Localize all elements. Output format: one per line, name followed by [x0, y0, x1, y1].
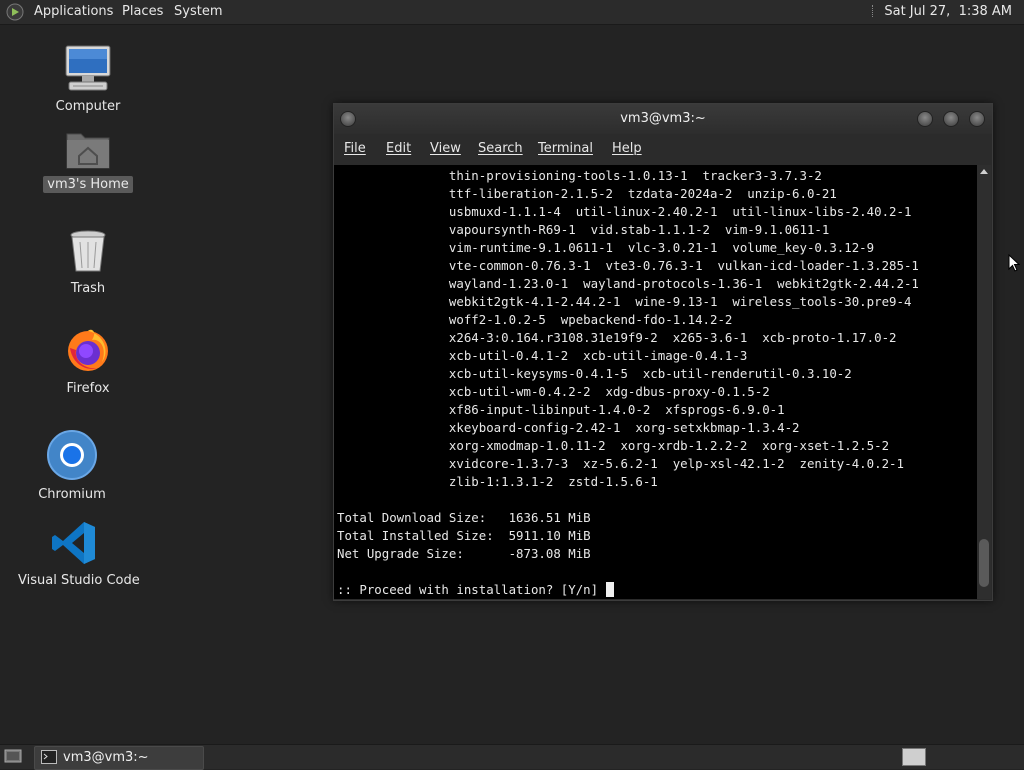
chromium-icon	[47, 430, 97, 480]
terminal-output[interactable]: thin-provisioning-tools-1.0.13-1 tracker…	[334, 165, 977, 599]
computer-icon	[65, 45, 111, 91]
terminal-line: xcb-util-keysyms-0.4.1-5 xcb-util-render…	[337, 366, 852, 381]
clock-text: Sat Jul 27, 1:38 AM	[884, 4, 1012, 19]
desktop-icon-label: vm3's Home	[43, 176, 133, 193]
desktop-icon-vscode[interactable]: Visual Studio Code	[14, 520, 140, 589]
terminal-scrollbar[interactable]	[977, 165, 991, 599]
terminal-line: vapoursynth-R69-1 vid.stab-1.1.1-2 vim-9…	[337, 222, 830, 237]
desktop-icon-home[interactable]: vm3's Home	[38, 128, 138, 193]
terminal-line: xorg-xmodmap-1.0.11-2 xorg-xrdb-1.2.2-2 …	[337, 438, 890, 453]
top-panel: Applications Places System Sat Jul 27, 1…	[0, 0, 1024, 25]
terminal-line: xcb-util-wm-0.4.2-2 xdg-dbus-proxy-0.1.5…	[337, 384, 770, 399]
clock-applet[interactable]: Sat Jul 27, 1:38 AM	[872, 0, 1012, 24]
minimize-button[interactable]	[917, 111, 933, 127]
text-cursor	[605, 582, 614, 597]
mouse-pointer-icon	[1008, 254, 1020, 272]
vscode-icon	[52, 522, 95, 564]
gnome-foot-icon[interactable]	[6, 3, 24, 21]
close-button[interactable]	[969, 111, 985, 127]
terminal-line: wayland-1.23.0-1 wayland-protocols-1.36-…	[337, 276, 919, 291]
terminal-line: thin-provisioning-tools-1.0.13-1 tracker…	[337, 168, 822, 183]
bottom-panel: vm3@vm3:~	[0, 744, 1024, 770]
desktop-icon-label: Visual Studio Code	[18, 573, 140, 588]
terminal-line: webkit2gtk-4.1-2.44.2-1 wine-9.13-1 wire…	[337, 294, 912, 309]
menu-search[interactable]: Search	[478, 141, 523, 156]
terminal-line: xcb-util-0.4.1-2 xcb-util-image-0.4.1-3	[337, 348, 748, 363]
terminal-window[interactable]: vm3@vm3:~ File Edit View Search Terminal…	[333, 103, 993, 601]
menu-terminal[interactable]: Terminal	[538, 141, 593, 156]
desktop-icon-label: Firefox	[66, 381, 110, 396]
scroll-up-arrow-icon[interactable]	[980, 169, 988, 174]
terminal-line: vim-runtime-9.1.0611-1 vlc-3.0.21-1 volu…	[337, 240, 875, 255]
places-menu[interactable]: Places	[118, 0, 167, 24]
desktop-icon-label: Chromium	[38, 487, 106, 502]
trash-icon	[70, 230, 106, 272]
terminal-line: :: Proceed with installation? [Y/n]	[337, 582, 606, 597]
scrollbar-thumb[interactable]	[979, 539, 989, 587]
terminal-line: Net Upgrade Size: -873.08 MiB	[337, 546, 591, 561]
terminal-line: xf86-input-libinput-1.4.0-2 xfsprogs-6.9…	[337, 402, 785, 417]
terminal-line: zlib-1:1.3.1-2 zstd-1.5.6-1	[337, 474, 658, 489]
terminal-line: xvidcore-1.3.7-3 xz-5.6.2-1 yelp-xsl-42.…	[337, 456, 904, 471]
window-menu-icon[interactable]	[340, 111, 356, 127]
terminal-line: Total Installed Size: 5911.10 MiB	[337, 528, 591, 543]
desktop-icon-computer[interactable]: Computer	[38, 44, 138, 115]
terminal-line: ttf-liberation-2.1.5-2 tzdata-2024a-2 un…	[337, 186, 837, 201]
menu-edit[interactable]: Edit	[386, 141, 411, 156]
taskbar-item-label: vm3@vm3:~	[63, 750, 149, 765]
terminal-line: x264-3:0.164.r3108.31e19f9-2 x265-3.6-1 …	[337, 330, 897, 345]
applications-menu[interactable]: Applications	[30, 0, 117, 24]
terminal-line: woff2-1.0.2-5 wpebackend-fdo-1.14.2-2	[337, 312, 733, 327]
menu-help[interactable]: Help	[612, 141, 642, 156]
menu-view[interactable]: View	[430, 141, 461, 156]
terminal-line: vte-common-0.76.3-1 vte3-0.76.3-1 vulkan…	[337, 258, 919, 273]
maximize-button[interactable]	[943, 111, 959, 127]
firefox-icon	[68, 329, 108, 371]
show-desktop-icon[interactable]	[4, 748, 22, 764]
desktop-icon-chromium[interactable]: Chromium	[22, 430, 122, 503]
window-title: vm3@vm3:~	[620, 111, 706, 126]
terminal-menubar: File Edit View Search Terminal Help	[334, 134, 992, 164]
desktop-icon-label: Computer	[55, 99, 121, 114]
desktop-icon-firefox[interactable]: Firefox	[38, 326, 138, 397]
window-titlebar[interactable]: vm3@vm3:~	[334, 104, 992, 134]
terminal-line: xkeyboard-config-2.42-1 xorg-setxkbmap-1…	[337, 420, 800, 435]
menu-file[interactable]: File	[344, 141, 366, 156]
home-folder-icon	[66, 133, 110, 169]
system-menu[interactable]: System	[170, 0, 226, 24]
panel-grip	[872, 5, 876, 17]
desktop-icon-trash[interactable]: Trash	[38, 228, 138, 297]
taskbar-item-terminal[interactable]: vm3@vm3:~	[34, 746, 204, 770]
workspace-switcher[interactable]	[902, 748, 926, 766]
desktop-icon-label: Trash	[70, 281, 106, 296]
terminal-icon	[41, 750, 57, 764]
terminal-line: usbmuxd-1.1.1-4 util-linux-2.40.2-1 util…	[337, 204, 912, 219]
terminal-line: Total Download Size: 1636.51 MiB	[337, 510, 591, 525]
